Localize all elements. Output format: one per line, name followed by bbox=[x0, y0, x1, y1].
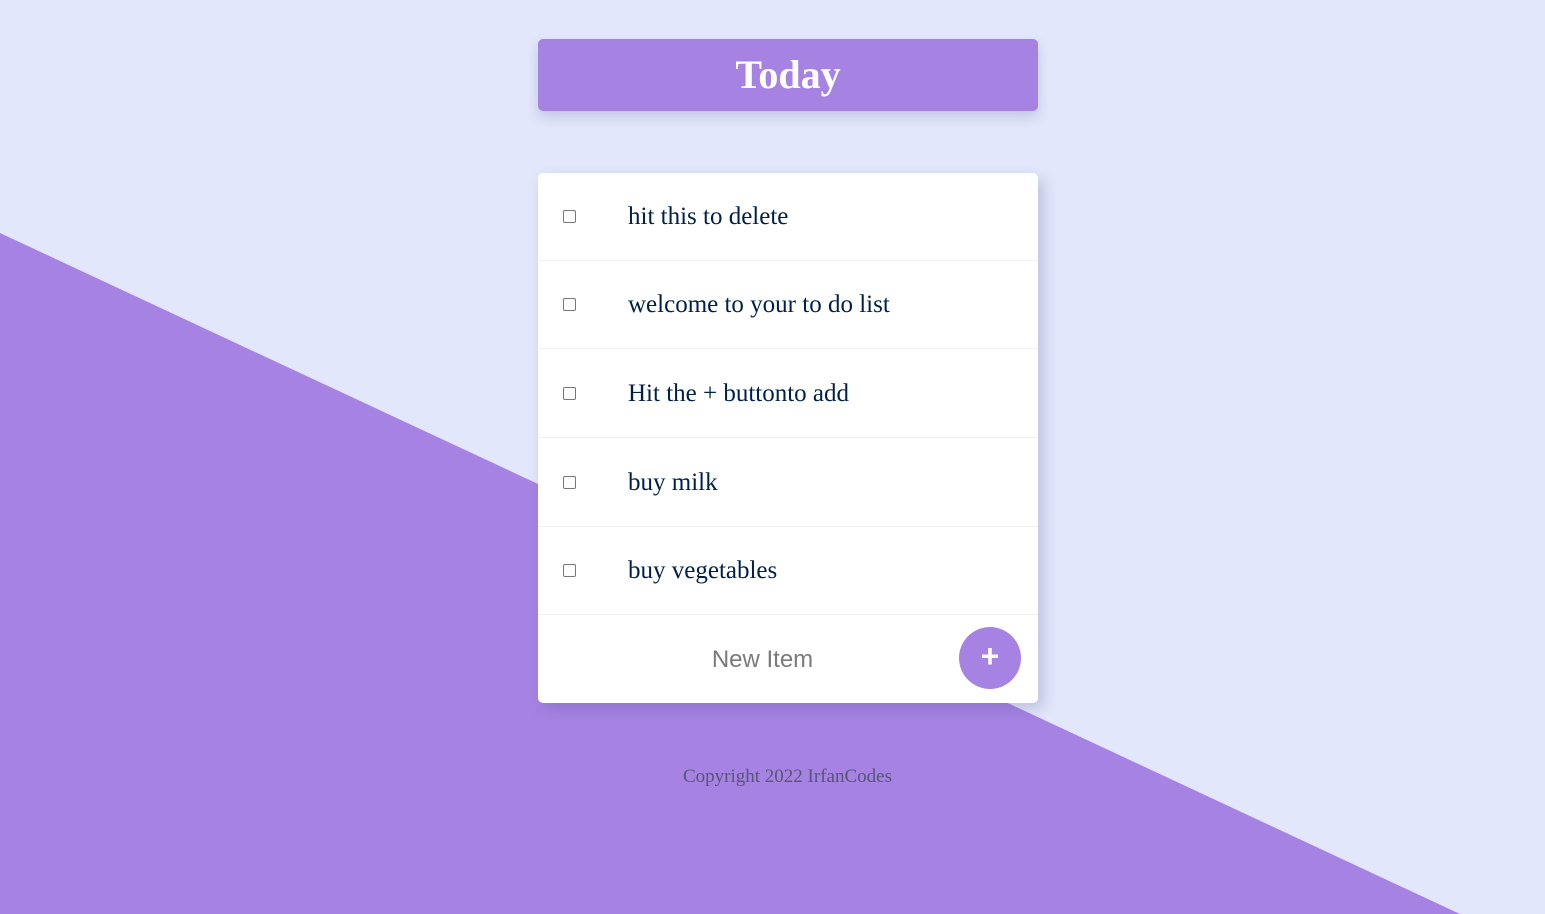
add-item-button[interactable]: + bbox=[959, 627, 1021, 689]
todo-checkbox[interactable] bbox=[563, 564, 576, 577]
todo-item: buy vegetables bbox=[538, 527, 1038, 615]
todo-item-label: Hit the + buttonto add bbox=[628, 379, 850, 407]
header-box: Today bbox=[538, 39, 1038, 111]
new-item-form: + bbox=[538, 615, 1038, 703]
copyright-text: Copyright 2022 IrfanCodes bbox=[683, 766, 892, 787]
todo-item-label: buy vegetables bbox=[628, 557, 778, 584]
todo-item-label: welcome to your to do list bbox=[628, 291, 890, 318]
todo-item-label: hit this to delete bbox=[628, 203, 789, 230]
todo-checkbox[interactable] bbox=[563, 298, 576, 311]
todo-item-label: buy milk bbox=[628, 468, 718, 496]
footer: Copyright 2022 IrfanCodes bbox=[0, 766, 1545, 788]
todo-checkbox[interactable] bbox=[563, 210, 576, 223]
todo-card: hit this to delete welcome to your to do… bbox=[538, 173, 1038, 703]
todo-item: buy milk bbox=[538, 438, 1038, 527]
todo-checkbox[interactable] bbox=[563, 475, 576, 489]
plus-icon: + bbox=[980, 638, 1000, 674]
new-item-input[interactable] bbox=[568, 637, 957, 683]
todo-item: hit this to delete bbox=[538, 173, 1038, 261]
todo-item: welcome to your to do list bbox=[538, 261, 1038, 349]
page-title: Today bbox=[735, 52, 841, 97]
todo-item: Hit the + buttonto add bbox=[538, 349, 1038, 438]
todo-checkbox[interactable] bbox=[563, 386, 576, 400]
